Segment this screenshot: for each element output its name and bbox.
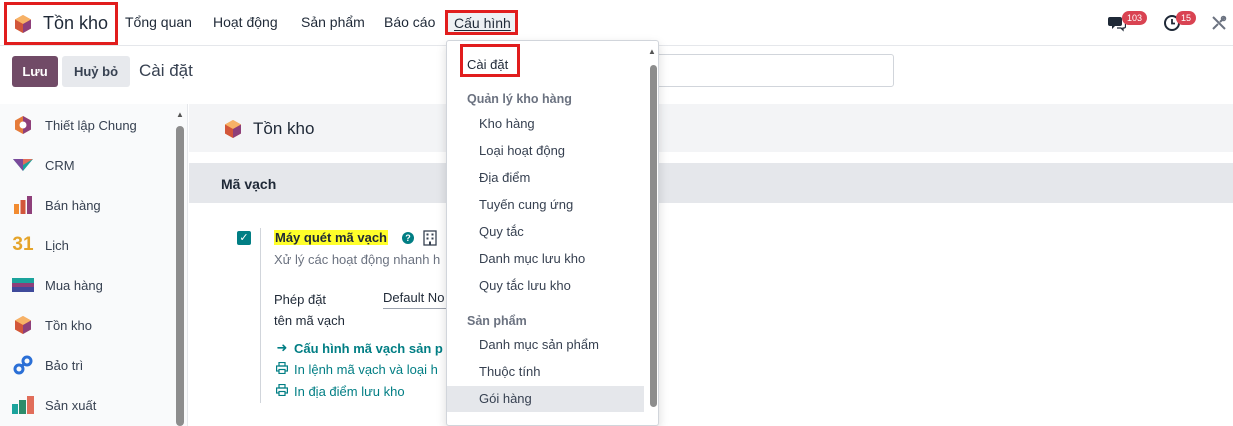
menu-products[interactable]: Sản phẩm	[301, 14, 365, 30]
dropdown-group-header: Sản phẩm	[467, 314, 527, 328]
sidebar-item-calendar[interactable]: 31 Lịch	[12, 234, 69, 256]
dropdown-item-storage-categories[interactable]: Danh mục lưu kho	[447, 246, 644, 272]
calendar-31-icon: 31	[12, 234, 34, 255]
link-text: In địa điểm lưu kho	[294, 384, 405, 399]
sidebar-item-label: Tồn kho	[45, 317, 92, 333]
menu-overview[interactable]: Tổng quan	[125, 14, 192, 30]
app-settings-title-text: Tồn kho	[253, 119, 315, 138]
dropdown-item-locations[interactable]: Địa điểm	[447, 165, 644, 191]
settings-hex-icon	[12, 114, 34, 136]
barcode-scanner-checkbox[interactable]: ✓	[237, 231, 251, 245]
spacer	[189, 152, 1233, 163]
arrow-right-icon: ➜	[276, 340, 288, 355]
sidebar-item-label: Thiết lập Chung	[45, 117, 137, 133]
section-title-barcode: Mã vạch	[221, 176, 277, 192]
dropdown-item-packages[interactable]: Gói hàng	[447, 386, 644, 412]
setting-divider	[260, 228, 261, 403]
configuration-dropdown-menu: Cài đặt Quản lý kho hàng Kho hàng Loại h…	[446, 40, 659, 426]
sales-chart-icon	[12, 194, 34, 216]
settings-sidebar	[0, 104, 188, 426]
printer-icon	[276, 383, 289, 399]
sidebar-item-label: CRM	[45, 157, 75, 173]
manufacturing-icon	[12, 394, 34, 416]
menu-configuration-label: Cấu hình	[454, 15, 511, 31]
dropdown-item-routes[interactable]: Tuyến cung ứng	[447, 192, 644, 218]
sidebar-item-label: Lịch	[45, 237, 69, 253]
activities-button[interactable]: 15	[1163, 10, 1197, 35]
printer-icon	[276, 361, 289, 377]
sidebar-scrollbar[interactable]	[176, 126, 184, 426]
dropdown-item-operation-types[interactable]: Loại hoạt động	[447, 138, 644, 164]
setting-title: Máy quét mã vạch	[274, 230, 388, 245]
sidebar-scroll-up-icon[interactable]: ▲	[176, 110, 184, 119]
sidebar-item-label: Mua hàng	[45, 277, 103, 293]
dropdown-item-warehouses[interactable]: Kho hàng	[447, 111, 644, 137]
inventory-cube-icon	[12, 314, 34, 336]
inventory-cube-icon	[225, 120, 241, 138]
app-brand[interactable]: Tồn kho	[4, 2, 118, 45]
help-icon[interactable]: ?	[402, 232, 414, 244]
section-header-band	[189, 163, 1233, 203]
dropdown-item-putaway-rules[interactable]: Quy tắc lưu kho	[447, 273, 644, 299]
messages-button[interactable]: 103	[1108, 10, 1148, 35]
sidebar-item-general-settings[interactable]: Thiết lập Chung	[12, 114, 137, 136]
sidebar-item-sales[interactable]: Bán hàng	[12, 194, 101, 216]
print-operation-barcodes-link[interactable]: In lệnh mã vạch và loại h	[276, 361, 438, 377]
search-input[interactable]	[640, 54, 894, 87]
dropdown-item-rules[interactable]: Quy tắc	[447, 219, 644, 245]
dropdown-group-header: Quản lý kho hàng	[467, 92, 572, 106]
field-label-line-1: Phép đặt	[274, 292, 327, 307]
sidebar-item-purchase[interactable]: Mua hàng	[12, 274, 103, 296]
configure-product-barcodes-link[interactable]: ➜ Cấu hình mã vạch sản p	[276, 340, 443, 356]
dropdown-scroll-up-icon[interactable]: ▲	[648, 47, 656, 56]
menu-operations[interactable]: Hoạt động	[213, 14, 278, 30]
sidebar-item-label: Bán hàng	[45, 197, 101, 213]
dropdown-item-settings[interactable]: Cài đặt	[460, 44, 520, 77]
activities-count-badge: 15	[1176, 11, 1197, 25]
sidebar-item-inventory[interactable]: Tồn kho	[12, 314, 92, 336]
link-text: Cấu hình mã vạch sản p	[294, 340, 443, 356]
sidebar-item-manufacturing[interactable]: Sản xuất	[12, 394, 96, 416]
menu-reporting[interactable]: Báo cáo	[384, 14, 435, 30]
purchase-icon	[12, 274, 34, 296]
setting-description: Xử lý các hoạt động nhanh h	[274, 252, 441, 267]
app-name: Tồn kho	[43, 13, 109, 33]
dropdown-scrollbar[interactable]	[650, 65, 657, 407]
app-header-band	[189, 104, 1233, 152]
messages-count-badge: 103	[1122, 11, 1148, 25]
sidebar-item-crm[interactable]: CRM	[12, 154, 75, 176]
barcode-nomenclature-select[interactable]: Default No	[383, 290, 444, 305]
menu-configuration[interactable]: Cấu hình	[445, 10, 518, 35]
print-location-barcodes-link[interactable]: In địa điểm lưu kho	[276, 383, 405, 399]
page-title: Cài đặt	[139, 61, 193, 80]
field-label-line-2: tên mã vạch	[274, 313, 345, 328]
company-building-icon	[423, 230, 437, 246]
inventory-cube-icon	[15, 14, 31, 33]
discard-button[interactable]: Huỷ bỏ	[62, 56, 130, 87]
tools-icon	[1212, 15, 1227, 30]
sidebar-item-label: Sản xuất	[45, 397, 97, 413]
barcode-nomenclature-label: Phép đặt tên mã vạch	[274, 289, 345, 331]
sidebar-item-label: Bảo trì	[45, 357, 84, 373]
dropdown-item-product-categories[interactable]: Danh mục sản phẩm	[447, 332, 644, 358]
sidebar-item-maintenance[interactable]: Bảo trì	[12, 354, 83, 376]
link-text: In lệnh mã vạch và loại h	[294, 362, 438, 377]
save-button[interactable]: Lưu	[12, 56, 58, 87]
dropdown-item-attributes[interactable]: Thuộc tính	[447, 359, 644, 385]
maintenance-icon	[12, 354, 34, 376]
crm-icon	[12, 154, 34, 176]
app-settings-title: Tồn kho	[223, 119, 314, 139]
debug-tools-button[interactable]	[1210, 10, 1228, 35]
field-underline	[383, 308, 446, 309]
